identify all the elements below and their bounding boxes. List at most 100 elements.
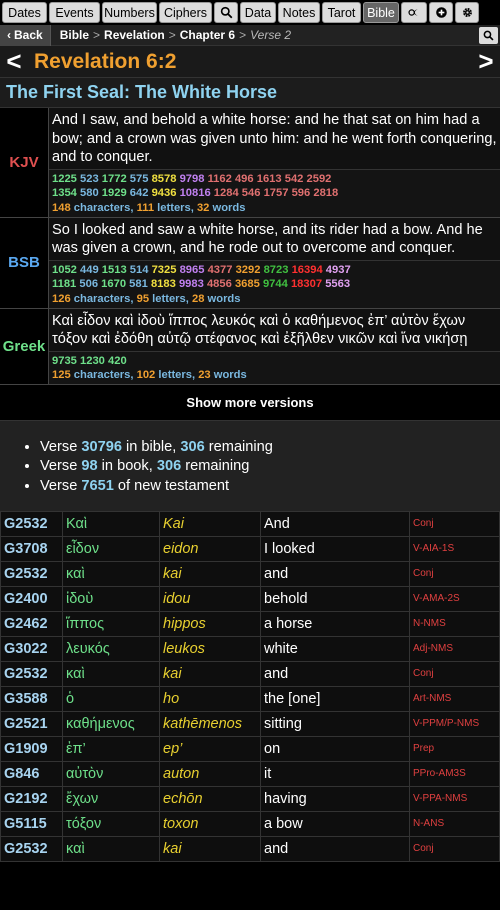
gematria-value[interactable]: 9798	[180, 173, 205, 185]
morphology: Prep	[409, 735, 500, 762]
gematria-value[interactable]: 4937	[326, 264, 351, 276]
gematria-value[interactable]: 1513	[102, 264, 127, 276]
gematria-value[interactable]: 1354	[52, 187, 77, 199]
back-button[interactable]: ‹ Back	[0, 24, 51, 46]
transliteration: auton	[159, 760, 261, 787]
gematria-value[interactable]: 3292	[236, 264, 261, 276]
gematria-value[interactable]: 2592	[307, 173, 332, 185]
gematria-value[interactable]: 9744	[263, 278, 288, 290]
strongs-number[interactable]: G1909	[0, 735, 63, 762]
gematria-value[interactable]: 596	[292, 187, 311, 199]
breadcrumb-chapter[interactable]: Chapter 6	[180, 28, 235, 42]
gematria-value[interactable]: 3685	[235, 278, 260, 290]
next-verse-button[interactable]: >	[472, 46, 500, 78]
tab-dates[interactable]: Dates	[2, 2, 47, 23]
version-name[interactable]: Greek	[0, 308, 49, 384]
gematria-value[interactable]: 575	[130, 173, 149, 185]
stat-words-label: words	[213, 369, 247, 381]
strongs-number[interactable]: G2532	[0, 560, 63, 587]
search-button[interactable]	[479, 27, 498, 44]
gematria-value[interactable]: 4856	[207, 278, 232, 290]
gematria-value[interactable]: 1181	[52, 278, 76, 290]
strongs-number[interactable]: G3588	[0, 685, 63, 712]
verse-text: Καὶ εἶδον καὶ ἰδοὺ ἵππος λευκός καὶ ὁ κα…	[49, 308, 500, 352]
tab-notes[interactable]: Notes	[278, 2, 320, 23]
tab-ciphers[interactable]: Ciphers	[159, 2, 212, 23]
gematria-value[interactable]: 1052	[52, 264, 77, 276]
gematria-value[interactable]: 1284	[214, 187, 239, 199]
gematria-value[interactable]: 9983	[179, 278, 204, 290]
gematria-value[interactable]: 496	[235, 173, 254, 185]
gematria-value[interactable]: 420	[108, 355, 127, 367]
strongs-number[interactable]: G2532	[0, 510, 63, 537]
gematria-value[interactable]: 1225	[52, 173, 77, 185]
gematria-value[interactable]: 9436	[152, 187, 177, 199]
gematria-value[interactable]: 580	[80, 187, 99, 199]
gematria-value[interactable]: 514	[130, 264, 149, 276]
gematria-value[interactable]: 10816	[180, 187, 211, 199]
gematria-value[interactable]: 1929	[102, 187, 127, 199]
gematria-value[interactable]: 581	[129, 278, 148, 290]
tab-numbers[interactable]: Numbers	[102, 2, 157, 23]
strongs-number[interactable]: G846	[0, 760, 63, 787]
breadcrumb-bible[interactable]: Bible	[60, 28, 89, 42]
tab-label: Numbers	[104, 5, 155, 20]
gematria-value[interactable]: 2818	[313, 187, 338, 199]
transliteration: toxon	[159, 810, 261, 837]
tab-label: Bible	[367, 5, 395, 20]
gematria-value[interactable]: 18307	[291, 278, 322, 290]
gematria-value[interactable]: 8965	[180, 264, 205, 276]
strongs-number[interactable]: G5115	[0, 810, 63, 837]
stat-letters: 111	[136, 201, 155, 214]
breadcrumb-book[interactable]: Revelation	[104, 28, 165, 42]
gematria-value[interactable]: 449	[80, 264, 99, 276]
tab-sun-moon[interactable]	[401, 2, 427, 23]
prev-verse-button[interactable]: <	[0, 46, 28, 78]
gematria-value[interactable]: 7325	[152, 264, 177, 276]
version-name[interactable]: BSB	[0, 217, 49, 308]
tab-add[interactable]	[429, 2, 453, 23]
tab-events[interactable]: Events	[49, 2, 100, 23]
gematria-value[interactable]: 523	[80, 173, 99, 185]
strongs-number[interactable]: G3708	[0, 535, 63, 562]
table-row: G1909 ἐπ’ ep’ on Prep	[0, 735, 500, 762]
tab-search[interactable]	[214, 2, 238, 23]
gematria-value[interactable]: 8723	[264, 264, 289, 276]
gematria-value[interactable]: 506	[79, 278, 98, 290]
gematria-value[interactable]: 4377	[208, 264, 233, 276]
strongs-number[interactable]: G2400	[0, 585, 63, 612]
version-name[interactable]: KJV	[0, 108, 49, 217]
gematria-value[interactable]: 8578	[152, 173, 177, 185]
gematria-value[interactable]: 1230	[80, 355, 105, 367]
tab-data[interactable]: Data	[240, 2, 276, 23]
gematria-value[interactable]: 1162	[208, 173, 232, 185]
gematria-value[interactable]: 546	[242, 187, 261, 199]
table-row: G2192 ἔχων echōn having V-PPA-NMS	[0, 785, 500, 812]
gematria-value[interactable]: 5563	[325, 278, 350, 290]
strongs-number[interactable]: G2462	[0, 610, 63, 637]
tab-bible[interactable]: Bible	[363, 2, 399, 23]
gematria-value[interactable]: 542	[285, 173, 304, 185]
gematria-values: 1052 449 1513 514 7325 8965 4377 3292 87…	[49, 260, 500, 308]
strongs-number[interactable]: G2532	[0, 835, 63, 862]
gematria-value[interactable]: 1772	[102, 173, 127, 185]
gematria-value[interactable]: 1757	[264, 187, 289, 199]
show-more-versions-button[interactable]: Show more versions	[0, 385, 500, 421]
gematria-value[interactable]: 1670	[101, 278, 126, 290]
strongs-number[interactable]: G2192	[0, 785, 63, 812]
gematria-value[interactable]: 8183	[151, 278, 176, 290]
tab-settings[interactable]	[455, 2, 479, 23]
stat-letters: 95	[136, 292, 150, 305]
gematria-value[interactable]: 16394	[292, 264, 323, 276]
transliteration: echōn	[159, 785, 261, 812]
version-row: BSB So I looked and saw a white horse, an…	[0, 217, 500, 309]
strongs-number[interactable]: G2532	[0, 660, 63, 687]
strongs-number[interactable]: G3022	[0, 635, 63, 662]
table-row: G2532 καὶ kai and Conj	[0, 560, 500, 587]
strongs-number[interactable]: G2521	[0, 710, 63, 737]
gematria-value[interactable]: 642	[130, 187, 149, 199]
gematria-value[interactable]: 9735	[52, 355, 77, 367]
tab-tarot[interactable]: Tarot	[322, 2, 361, 23]
gematria-value[interactable]: 1613	[257, 173, 282, 185]
interlinear-table: G2532 Καὶ Kai And Conj G3708 εἶδον eidon I looke…	[0, 510, 500, 862]
